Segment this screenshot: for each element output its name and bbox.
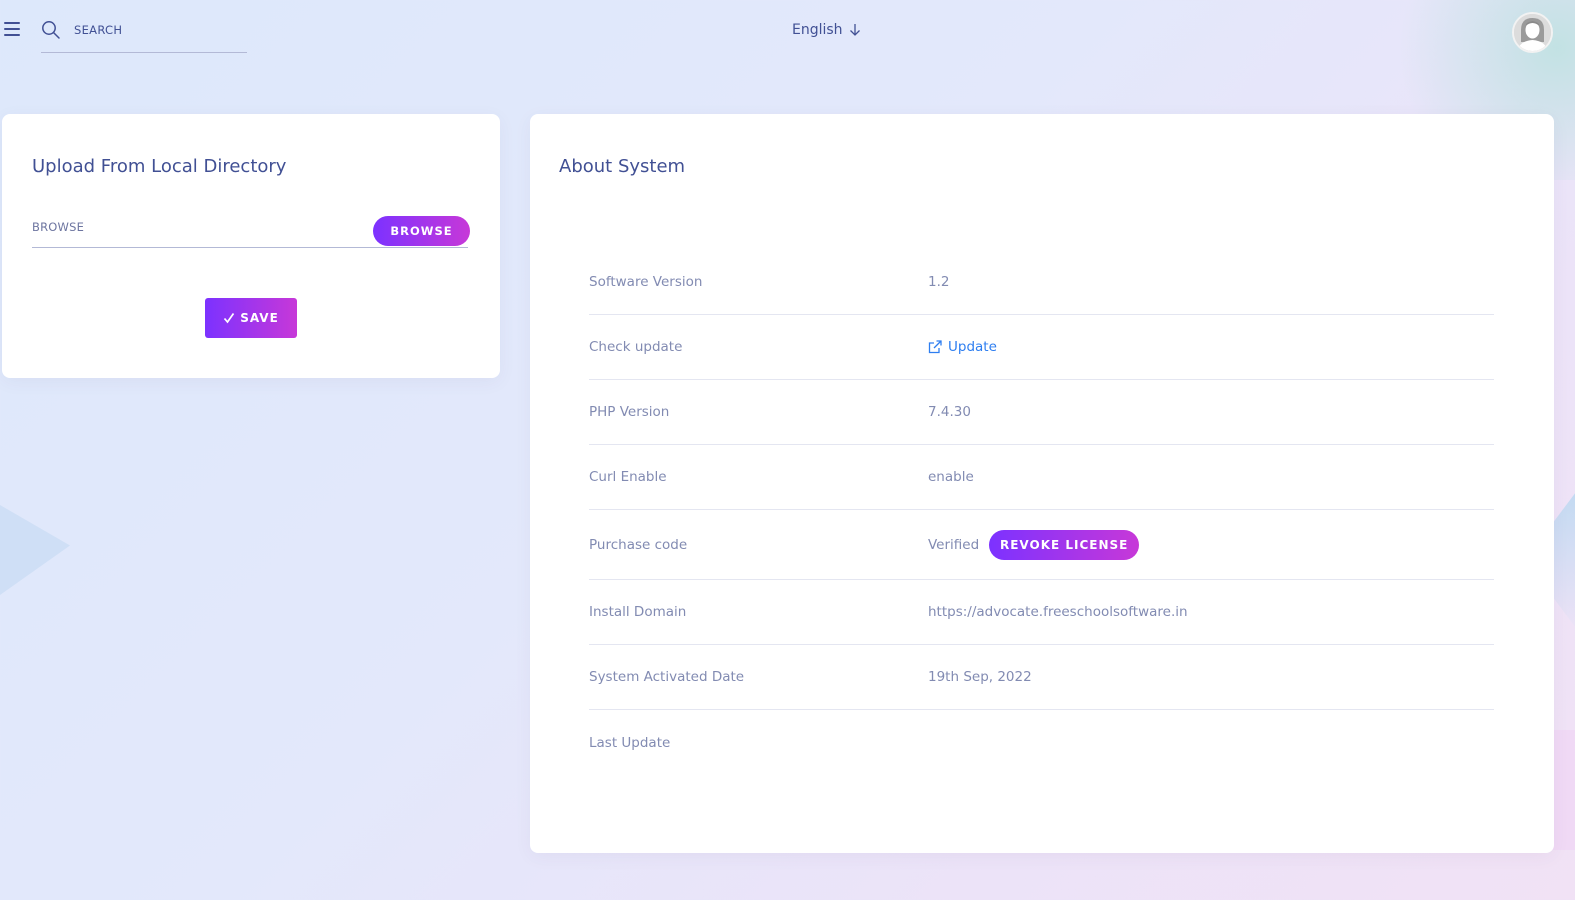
row-label: Software Version — [589, 274, 703, 290]
row-label: Curl Enable — [589, 469, 667, 485]
row-value: enable — [928, 469, 974, 485]
row-label: Last Update — [589, 734, 671, 751]
save-label: SAVE — [240, 311, 279, 325]
table-row: Software Version 1.2 — [589, 250, 1494, 315]
avatar-icon — [1514, 14, 1551, 51]
table-row: Check update Update — [589, 315, 1494, 380]
row-value: Update — [928, 339, 997, 355]
row-value: 19th Sep, 2022 — [928, 669, 1032, 685]
row-label: Install Domain — [589, 604, 687, 620]
row-label: Purchase code — [589, 536, 688, 553]
revoke-license-button[interactable]: REVOKE LICENSE — [989, 529, 1140, 560]
table-row: Install Domain https://advocate.freescho… — [589, 580, 1494, 645]
row-label: Check update — [589, 339, 683, 355]
table-row: Curl Enable enable — [589, 445, 1494, 510]
check-icon — [224, 313, 235, 324]
row-value: 1.2 — [928, 274, 950, 290]
background-decoration — [0, 505, 70, 595]
avatar[interactable] — [1512, 12, 1553, 53]
table-row: Last Update — [589, 710, 1494, 775]
row-label: System Activated Date — [589, 669, 745, 685]
menu-icon[interactable] — [4, 22, 20, 36]
about-system-card: About System Software Version 1.2 Check … — [530, 114, 1554, 853]
purchase-status: Verified — [928, 536, 980, 553]
search-input[interactable] — [74, 20, 239, 40]
save-button[interactable]: SAVE — [205, 298, 297, 338]
upload-card-title: Upload From Local Directory — [32, 156, 287, 177]
upload-card: Upload From Local Directory BROWSE BROWS… — [2, 114, 500, 378]
search-icon — [42, 21, 60, 39]
external-link-icon — [928, 340, 942, 354]
file-browse-field[interactable]: BROWSE BROWSE — [32, 214, 470, 248]
row-value: 7.4.30 — [928, 404, 971, 420]
language-dropdown[interactable]: English — [792, 22, 861, 38]
language-label: English — [792, 22, 843, 38]
browse-button[interactable]: BROWSE — [373, 216, 470, 246]
about-card-title: About System — [559, 156, 686, 177]
browse-label: BROWSE — [32, 220, 85, 234]
update-link[interactable]: Update — [928, 339, 997, 355]
search-bar — [41, 14, 247, 53]
update-link-label: Update — [948, 339, 997, 355]
arrow-down-icon — [849, 24, 860, 36]
row-value: Verified REVOKE LICENSE — [928, 529, 1140, 560]
table-row: System Activated Date 19th Sep, 2022 — [589, 645, 1494, 710]
row-value: https://advocate.freeschoolsoftware.in — [928, 604, 1188, 620]
row-label: PHP Version — [589, 404, 670, 420]
table-row: Purchase code Verified REVOKE LICENSE — [589, 510, 1494, 580]
about-system-table: Software Version 1.2 Check update Update… — [589, 250, 1494, 775]
table-row: PHP Version 7.4.30 — [589, 380, 1494, 445]
